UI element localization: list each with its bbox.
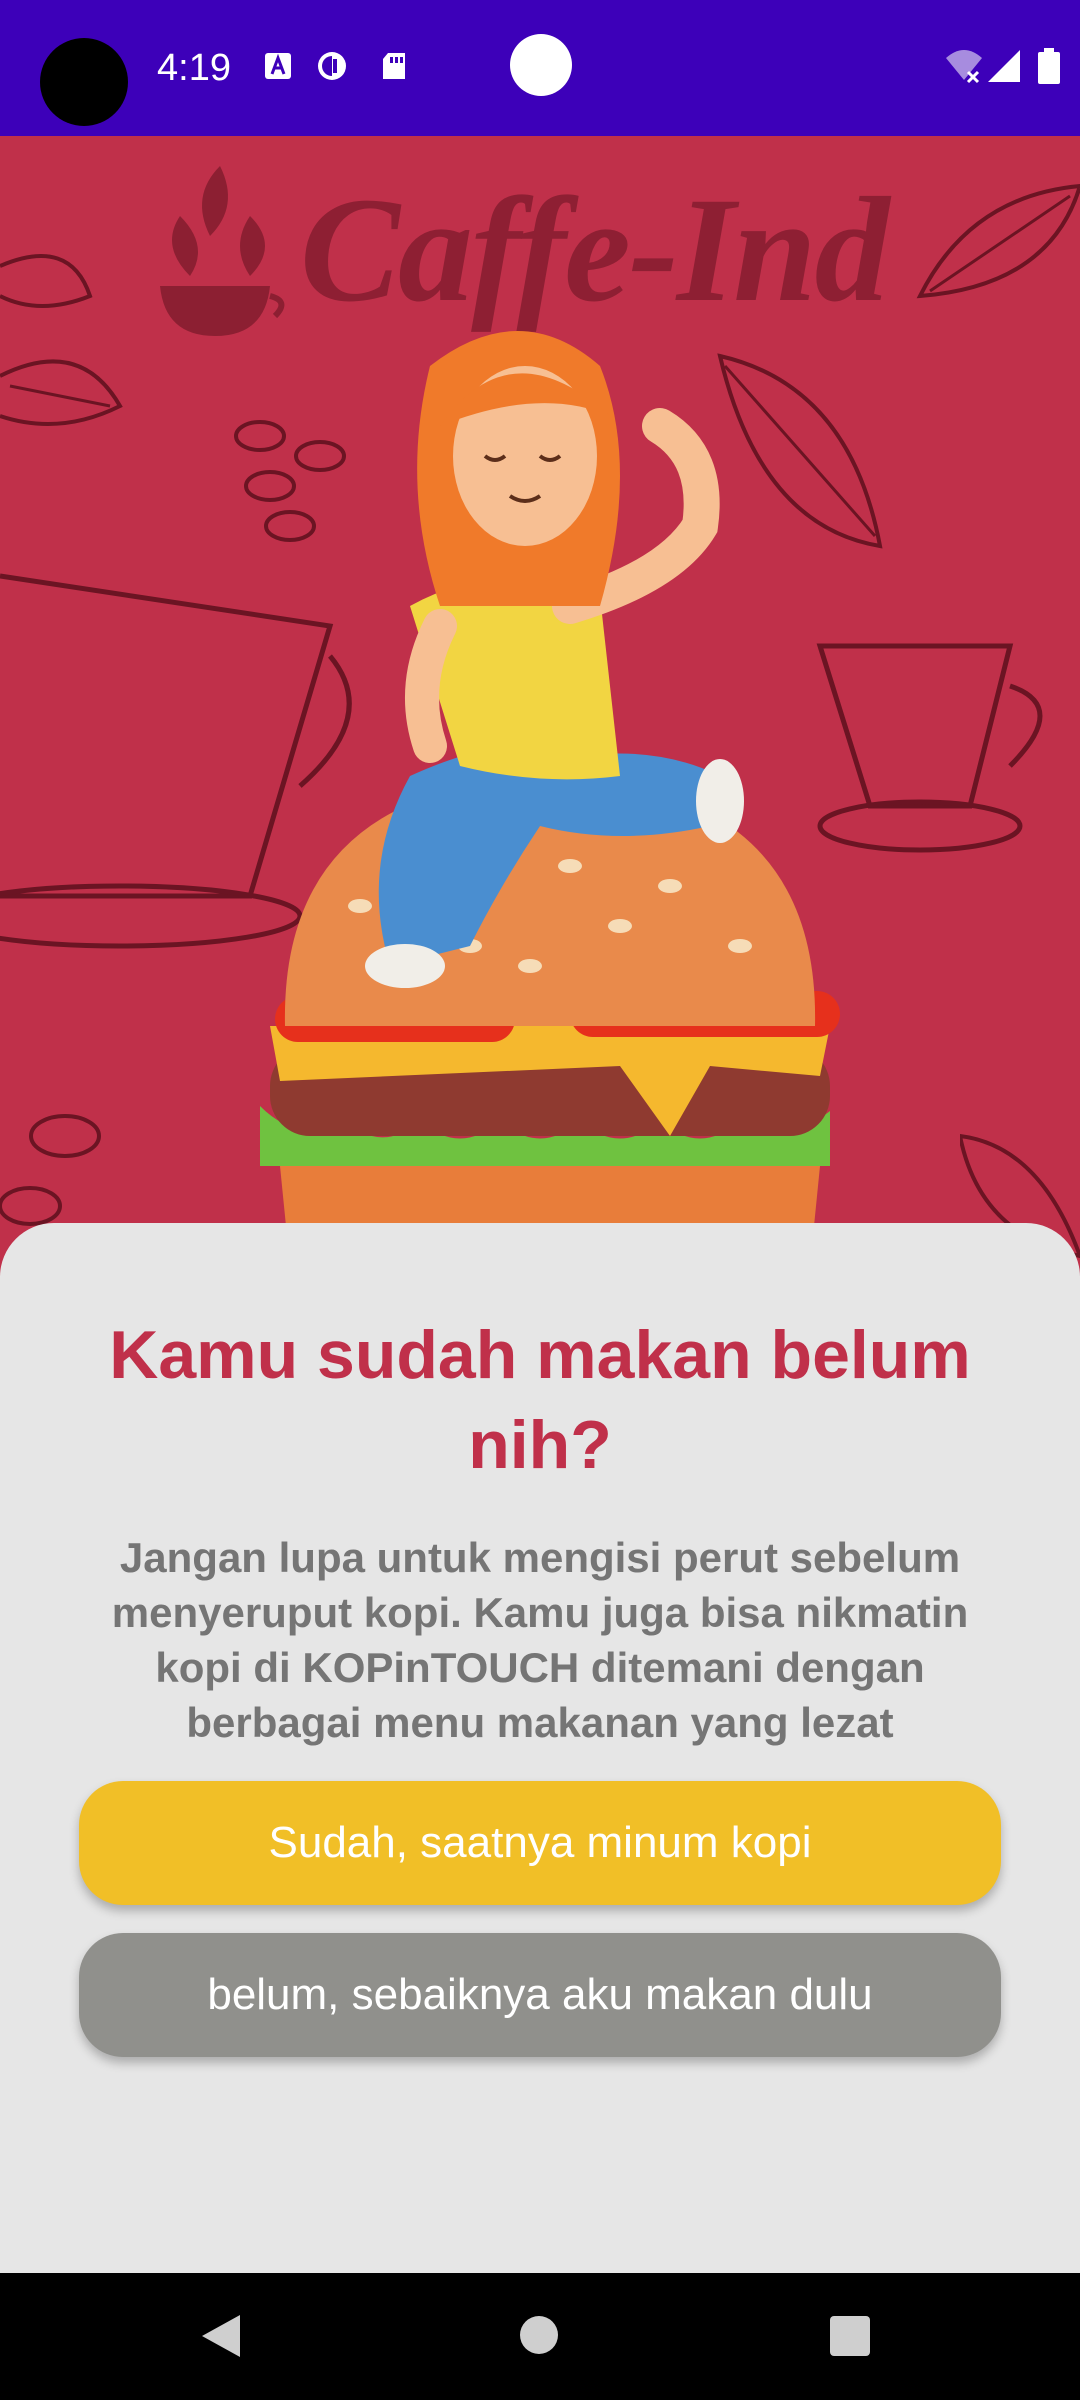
wifi-icon (946, 50, 982, 84)
recents-icon[interactable] (830, 2316, 870, 2356)
status-bar: 4:19 (0, 0, 1080, 136)
girl-on-burger-illustration (260, 331, 840, 1266)
signal-icon (988, 50, 1020, 82)
status-time: 4:19 (157, 47, 231, 89)
leaf-doodle-icon (916, 183, 1080, 299)
description-text: Jangan lupa untuk mengisi perut sebelum … (111, 1534, 969, 1746)
not-yet-eaten-button[interactable]: belum, sebaiknya aku makan dulu (79, 1933, 1001, 2057)
back-icon[interactable] (200, 2313, 242, 2359)
leaf-doodle-icon (0, 254, 123, 426)
sd-card-icon (383, 53, 405, 79)
c-notification-icon (318, 52, 346, 80)
camera-cutout (40, 38, 128, 126)
a-notification-icon (265, 53, 291, 79)
battery-icon (1038, 48, 1060, 84)
front-camera-dot (510, 34, 572, 96)
page-title: Kamu sudah makan belum nih? (109, 1317, 971, 1483)
home-icon[interactable] (520, 2316, 558, 2354)
hero-banner: Caffe-Ind (0, 136, 1080, 1276)
already-ate-button[interactable]: Sudah, saatnya minum kopi (79, 1781, 1001, 1905)
